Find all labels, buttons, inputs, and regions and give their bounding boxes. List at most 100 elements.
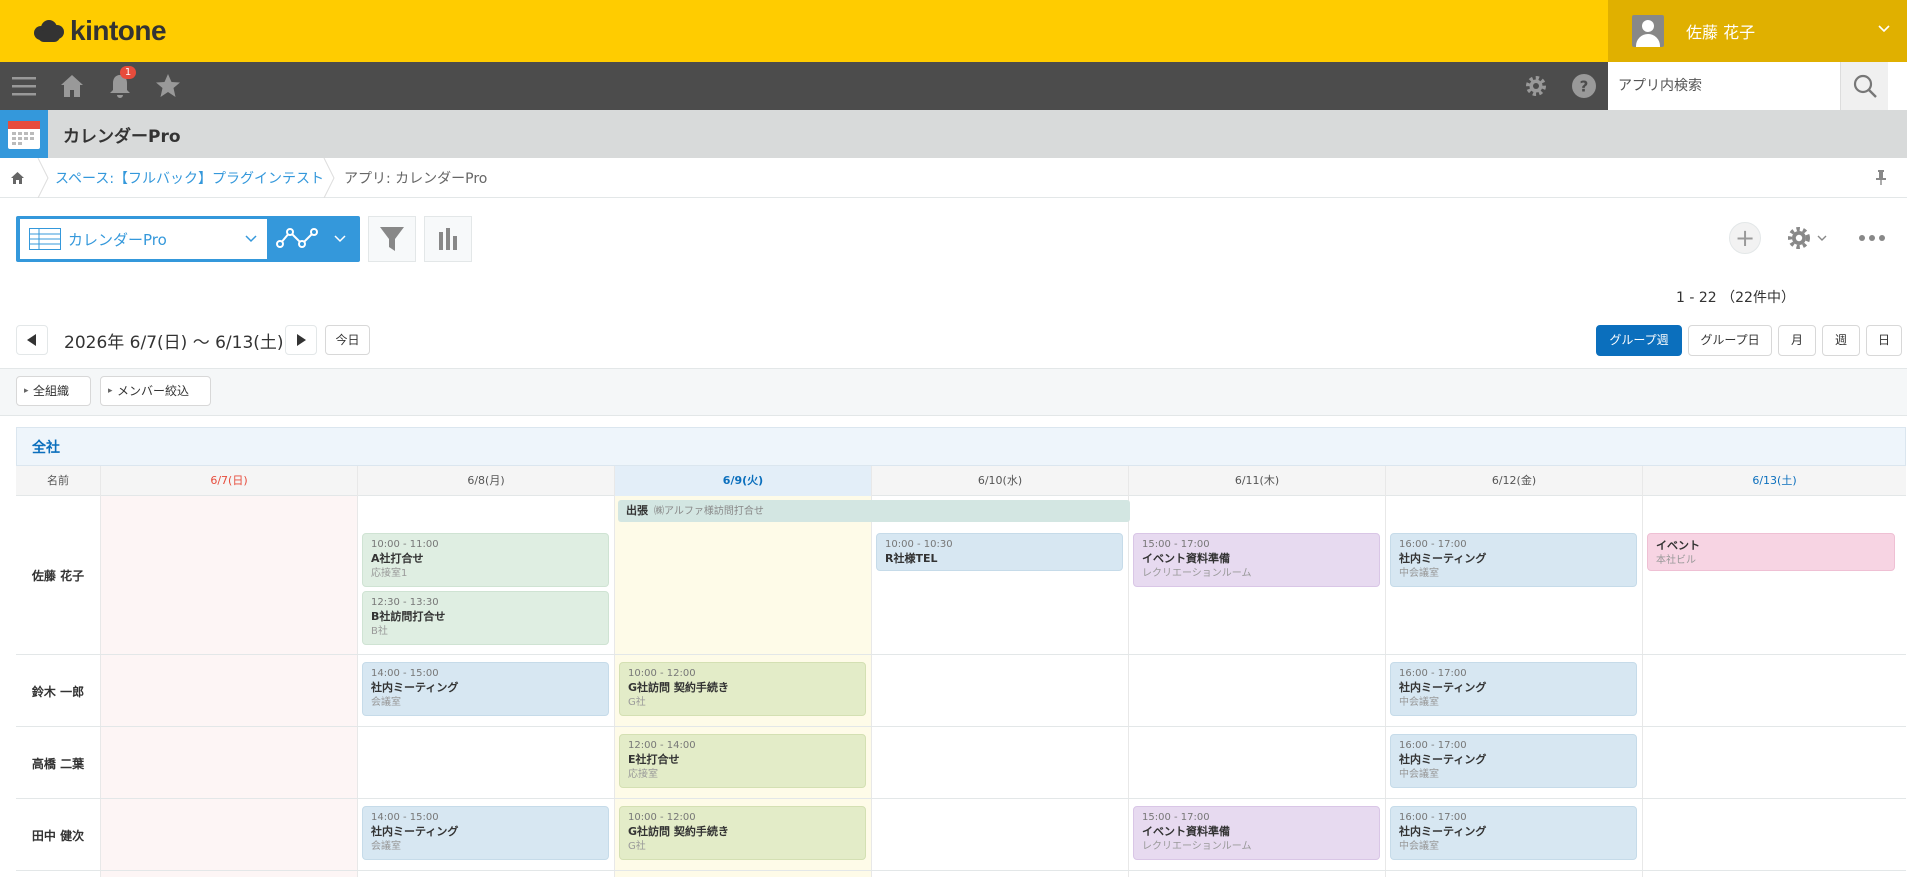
graph-button[interactable]	[424, 216, 472, 262]
row-divider	[16, 654, 1906, 655]
member-filter-button[interactable]: メンバー絞込	[100, 376, 211, 406]
calendar-event[interactable]: イベント 本社ビル	[1647, 533, 1895, 571]
day-header[interactable]: 6/11(木)	[1128, 466, 1385, 496]
search-input[interactable]	[1608, 62, 1840, 110]
filter-row	[0, 368, 1907, 416]
logo-text: kintone	[70, 15, 167, 46]
view-group-week-button[interactable]: グループ週	[1596, 325, 1682, 356]
org-filter-button[interactable]: 全組織	[16, 376, 91, 406]
chevron-down-icon	[1817, 235, 1827, 241]
calendar-event[interactable]: 14:00 - 15:00 社内ミーティング 会議室	[362, 662, 609, 716]
graph-menu-button[interactable]	[268, 219, 358, 259]
calendar-event[interactable]: 16:00 - 17:00 社内ミーティング 中会議室	[1390, 662, 1637, 716]
name-header: 名前	[47, 474, 69, 487]
day-header[interactable]: 6/12(金)	[1385, 466, 1642, 496]
bar-chart-icon	[439, 228, 457, 250]
calendar-event[interactable]: 16:00 - 17:00 社内ミーティング 中会議室	[1390, 533, 1637, 587]
event-title: E社打合せ	[628, 753, 680, 766]
view-select[interactable]: カレンダーPro	[20, 219, 267, 259]
view-day-button[interactable]: 日	[1866, 325, 1902, 356]
calendar-event[interactable]: 10:00 - 12:00 G社訪問 契約手続き G社	[619, 662, 866, 716]
event-place: G社	[628, 841, 646, 852]
multi-day-event[interactable]: 出張 ㈱アルファ様訪問打合せ	[618, 500, 1130, 522]
user-menu[interactable]: 佐藤 花子	[1608, 0, 1907, 62]
filter-button[interactable]	[368, 216, 416, 262]
calendar-event[interactable]: 10:00 - 12:00 G社訪問 契約手続き G社	[619, 806, 866, 860]
event-place: 中会議室	[1399, 568, 1439, 579]
member-name: 佐藤 花子	[31, 569, 85, 583]
event-place: B社	[371, 626, 388, 637]
day-header-today[interactable]: 6/9(火)	[614, 466, 871, 496]
svg-text:?: ?	[1580, 78, 1589, 96]
next-week-button[interactable]	[285, 325, 317, 355]
day-header-sat[interactable]: 6/13(土)	[1642, 466, 1906, 496]
breadcrumb-separator-icon	[37, 158, 49, 198]
event-title: R社様TEL	[885, 552, 938, 565]
triangle-left-icon	[27, 334, 36, 346]
star-icon[interactable]	[154, 72, 182, 100]
event-title: 社内ミーティング	[1399, 753, 1487, 766]
app-search	[1608, 62, 1907, 110]
menu-icon[interactable]	[10, 72, 38, 100]
calendar-event[interactable]: 15:00 - 17:00 イベント資料準備 レクリエーションルーム	[1133, 806, 1380, 860]
calendar-event[interactable]: 10:00 - 10:30 R社様TEL	[876, 533, 1123, 571]
group-name: 全社	[32, 440, 60, 456]
calendar-app-icon	[0, 110, 48, 158]
more-options-icon[interactable]	[1858, 232, 1886, 244]
app-settings-button[interactable]	[1785, 224, 1833, 254]
gear-icon[interactable]	[1522, 72, 1550, 100]
group-header	[16, 427, 1906, 466]
search-button[interactable]	[1840, 62, 1888, 110]
member-name: 田中 健次	[31, 829, 85, 843]
chevron-down-icon	[245, 235, 257, 243]
breadcrumb-separator-icon	[323, 158, 335, 198]
event-time: 14:00 - 15:00	[371, 812, 439, 823]
event-time: 10:00 - 12:00	[628, 668, 696, 679]
calendar-event[interactable]: 16:00 - 17:00 社内ミーティング 中会議室	[1390, 806, 1637, 860]
pin-icon[interactable]	[1874, 169, 1888, 185]
event-title: イベント資料準備	[1142, 552, 1230, 565]
chevron-down-icon	[1878, 25, 1890, 33]
calendar-event[interactable]: 12:00 - 14:00 E社打合せ 応接室	[619, 734, 866, 788]
prev-week-button[interactable]	[16, 325, 48, 355]
event-time: 10:00 - 10:30	[885, 539, 953, 550]
event-time: 16:00 - 17:00	[1399, 740, 1467, 751]
row-divider	[16, 870, 1906, 871]
event-place: 中会議室	[1399, 697, 1439, 708]
table-view-icon	[29, 228, 61, 250]
avatar	[1632, 15, 1664, 47]
calendar-event[interactable]: 15:00 - 17:00 イベント資料準備 レクリエーションルーム	[1133, 533, 1380, 587]
calendar-event[interactable]: 12:30 - 13:30 B社訪問打合せ B社	[362, 591, 609, 645]
today-button[interactable]: 今日	[325, 325, 370, 355]
event-title: 社内ミーティング	[1399, 825, 1487, 838]
event-time: 16:00 - 17:00	[1399, 812, 1467, 823]
home-icon[interactable]	[58, 72, 86, 100]
event-time: 10:00 - 11:00	[371, 539, 439, 550]
calendar-event[interactable]: 16:00 - 17:00 社内ミーティング 中会議室	[1390, 734, 1637, 788]
event-time: 15:00 - 17:00	[1142, 812, 1210, 823]
day-header-sun[interactable]: 6/7(日)	[100, 466, 357, 496]
event-detail: ㈱アルファ様訪問打合せ	[654, 506, 764, 517]
day-header[interactable]: 6/8(月)	[357, 466, 614, 496]
event-title: 社内ミーティング	[371, 681, 459, 694]
event-place: 会議室	[371, 697, 401, 708]
filter-icon	[380, 227, 404, 251]
event-time: 14:00 - 15:00	[371, 668, 439, 679]
kintone-logo[interactable]: kintone	[34, 14, 167, 48]
event-place: 本社ビル	[1656, 555, 1696, 566]
add-record-button[interactable]: +	[1729, 222, 1761, 254]
view-month-button[interactable]: 月	[1778, 325, 1816, 356]
user-name: 佐藤 花子	[1686, 23, 1756, 42]
day-header[interactable]: 6/10(水)	[871, 466, 1128, 496]
calendar-event[interactable]: 14:00 - 15:00 社内ミーティング 会議室	[362, 806, 609, 860]
breadcrumb-space-link[interactable]: スペース:【フルバック】プラグインテスト	[55, 168, 324, 188]
view-week-button[interactable]: 週	[1822, 325, 1860, 356]
event-title: 社内ミーティング	[1399, 681, 1487, 694]
help-icon[interactable]: ?	[1570, 72, 1598, 100]
graph-icon	[276, 228, 318, 248]
event-title: 出張	[626, 504, 648, 517]
view-group-day-button[interactable]: グループ日	[1688, 325, 1772, 356]
breadcrumb-home-icon[interactable]	[10, 171, 25, 185]
calendar-event[interactable]: 10:00 - 11:00 A社打合せ 応接室1	[362, 533, 609, 587]
member-name: 鈴木 一郎	[31, 685, 85, 699]
